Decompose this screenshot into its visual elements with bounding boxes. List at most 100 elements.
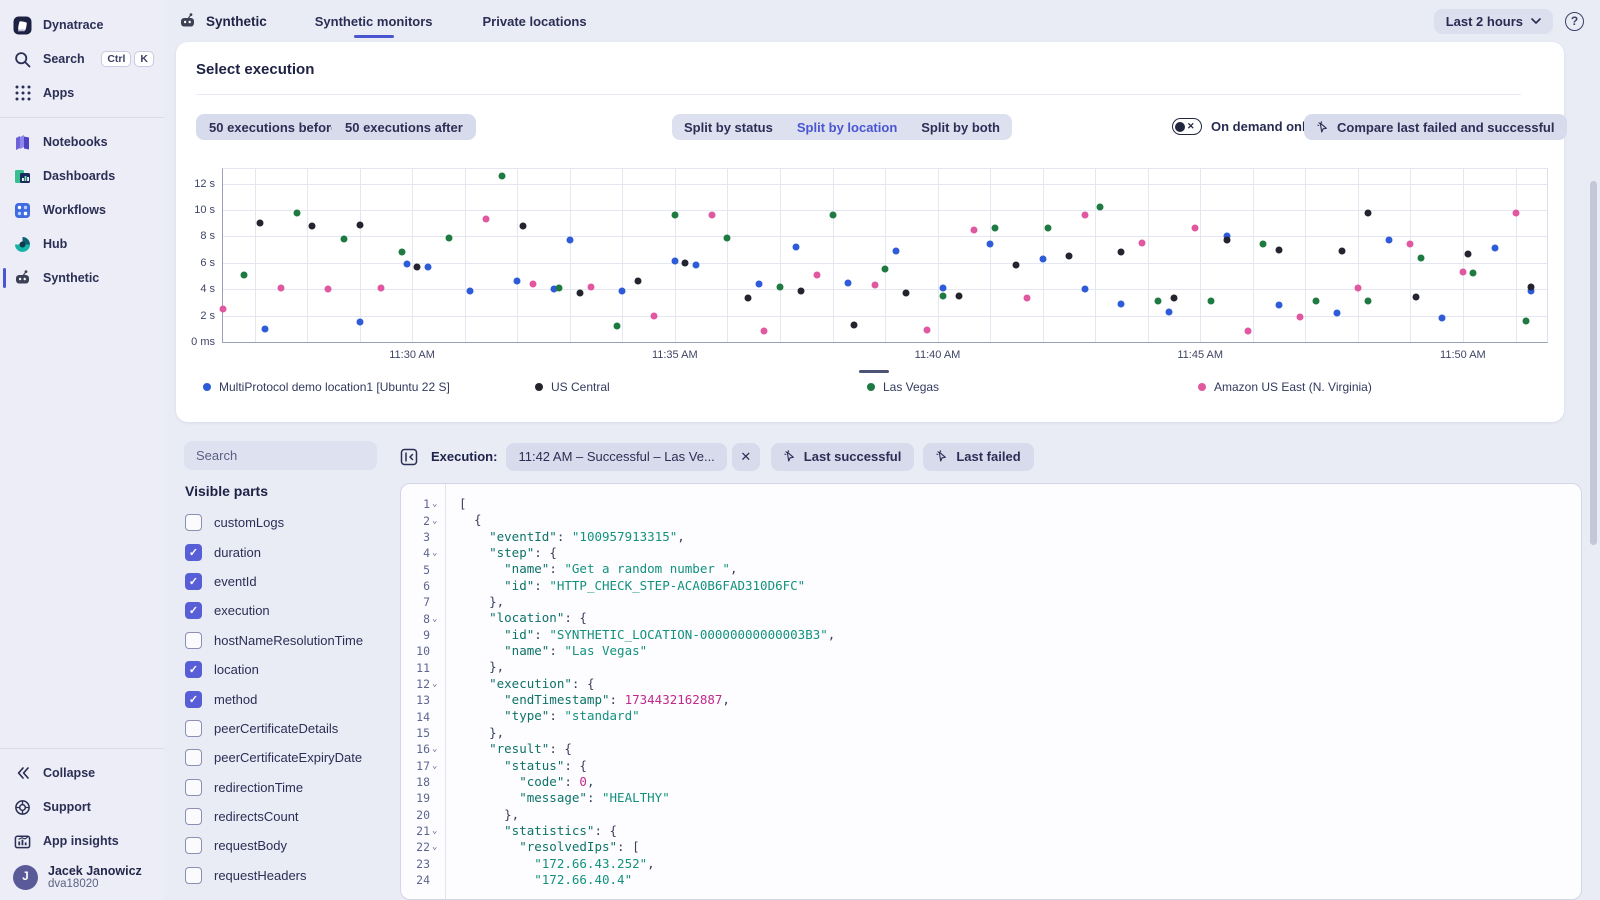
data-point[interactable] xyxy=(556,284,563,291)
compare-button[interactable]: Compare last failed and successful xyxy=(1304,114,1567,140)
data-point[interactable] xyxy=(356,319,363,326)
visible-part-customLogs[interactable]: customLogs xyxy=(185,508,385,537)
data-point[interactable] xyxy=(1512,209,1519,216)
data-point[interactable] xyxy=(1207,298,1214,305)
data-point[interactable] xyxy=(797,287,804,294)
data-point[interactable] xyxy=(220,306,227,313)
data-point[interactable] xyxy=(482,216,489,223)
data-point[interactable] xyxy=(776,283,783,290)
json-code-viewer[interactable]: 1⌄2⌄34⌄5678⌄9101112⌄13141516⌄17⌄18192021… xyxy=(400,483,1582,900)
visible-part-duration[interactable]: ✓duration xyxy=(185,537,385,566)
checkbox-requestHeaders[interactable] xyxy=(185,867,202,884)
visible-part-peerCertificateDetails[interactable]: peerCertificateDetails xyxy=(185,714,385,743)
data-point[interactable] xyxy=(1155,298,1162,305)
data-point[interactable] xyxy=(1013,262,1020,269)
visible-part-location[interactable]: ✓location xyxy=(185,655,385,684)
fold-chevron-icon[interactable]: ⌄ xyxy=(432,516,440,526)
fold-chevron-icon[interactable]: ⌄ xyxy=(432,826,440,836)
data-point[interactable] xyxy=(671,258,678,265)
time-range-selector[interactable]: Last 2 hours xyxy=(1434,9,1553,34)
visible-part-requestBody[interactable]: requestBody xyxy=(185,831,385,860)
user-profile[interactable]: J Jacek Janowicz dva18020 xyxy=(0,858,164,890)
line-number[interactable]: 21⌄ xyxy=(401,823,445,839)
data-point[interactable] xyxy=(619,287,626,294)
data-point[interactable] xyxy=(1044,225,1051,232)
data-point[interactable] xyxy=(530,280,537,287)
checkbox-hostNameResolutionTime[interactable] xyxy=(185,632,202,649)
data-point[interactable] xyxy=(1065,253,1072,260)
checkbox-execution[interactable]: ✓ xyxy=(185,602,202,619)
data-point[interactable] xyxy=(293,209,300,216)
fold-chevron-icon[interactable]: ⌄ xyxy=(432,499,440,509)
execution-value-pill[interactable]: 11:42 AM – Successful – Las Ve... xyxy=(506,443,726,471)
data-point[interactable] xyxy=(1412,294,1419,301)
data-point[interactable] xyxy=(1333,309,1340,316)
data-point[interactable] xyxy=(587,283,594,290)
checkbox-duration[interactable]: ✓ xyxy=(185,544,202,561)
data-point[interactable] xyxy=(519,222,526,229)
visible-part-peerCertificateExpiryDate[interactable]: peerCertificateExpiryDate xyxy=(185,743,385,772)
split-by-both-option[interactable]: Split by both xyxy=(909,120,1012,135)
data-point[interactable] xyxy=(277,284,284,291)
search-input[interactable] xyxy=(194,447,374,464)
sidebar-item-workflows[interactable]: Workflows xyxy=(0,193,164,227)
line-number[interactable]: 17⌄ xyxy=(401,758,445,774)
data-point[interactable] xyxy=(1276,302,1283,309)
checkbox-redirectionTime[interactable] xyxy=(185,779,202,796)
fold-chevron-icon[interactable]: ⌄ xyxy=(432,761,440,771)
data-point[interactable] xyxy=(755,280,762,287)
visible-part-eventId[interactable]: ✓eventId xyxy=(185,567,385,596)
data-point[interactable] xyxy=(635,278,642,285)
sidebar-item-support[interactable]: Support xyxy=(0,790,164,824)
data-point[interactable] xyxy=(466,287,473,294)
last-successful-button[interactable]: Last successful xyxy=(771,443,915,471)
data-point[interactable] xyxy=(1365,298,1372,305)
data-point[interactable] xyxy=(1171,295,1178,302)
data-point[interactable] xyxy=(992,225,999,232)
data-point[interactable] xyxy=(1165,308,1172,315)
data-point[interactable] xyxy=(955,292,962,299)
legend-item[interactable]: Las Vegas xyxy=(867,380,939,394)
line-number[interactable]: 1⌄ xyxy=(401,496,445,512)
fold-chevron-icon[interactable]: ⌄ xyxy=(432,548,440,558)
data-point[interactable] xyxy=(577,290,584,297)
line-number[interactable]: 4⌄ xyxy=(401,545,445,561)
data-point[interactable] xyxy=(1523,317,1530,324)
data-point[interactable] xyxy=(309,222,316,229)
checkbox-peerCertificateExpiryDate[interactable] xyxy=(185,749,202,766)
executions-scatter-chart[interactable]: 0 ms2 s4 s6 s8 s10 s12 s11:30 AM11:35 AM… xyxy=(222,168,1548,343)
data-point[interactable] xyxy=(650,312,657,319)
data-point[interactable] xyxy=(424,263,431,270)
checkbox-requestBody[interactable] xyxy=(185,837,202,854)
data-point[interactable] xyxy=(325,286,332,293)
data-point[interactable] xyxy=(1192,225,1199,232)
data-point[interactable] xyxy=(1417,254,1424,261)
data-point[interactable] xyxy=(514,278,521,285)
data-point[interactable] xyxy=(566,237,573,244)
data-point[interactable] xyxy=(1354,284,1361,291)
sidebar-item-notebooks[interactable]: Notebooks xyxy=(0,125,164,159)
json-code-content[interactable]: [ { "eventId": "100957913315", "step": {… xyxy=(446,484,1581,899)
on-demand-toggle[interactable]: ✕ xyxy=(1172,118,1202,135)
line-number[interactable]: 2⌄ xyxy=(401,512,445,528)
data-point[interactable] xyxy=(1339,247,1346,254)
data-point[interactable] xyxy=(356,221,363,228)
data-point[interactable] xyxy=(262,325,269,332)
checkbox-location[interactable]: ✓ xyxy=(185,661,202,678)
data-point[interactable] xyxy=(1407,241,1414,248)
data-point[interactable] xyxy=(682,259,689,266)
data-point[interactable] xyxy=(850,321,857,328)
data-point[interactable] xyxy=(971,226,978,233)
checkbox-redirectsCount[interactable] xyxy=(185,808,202,825)
data-point[interactable] xyxy=(1039,255,1046,262)
data-point[interactable] xyxy=(614,323,621,330)
sidebar-item-synthetic[interactable]: Synthetic xyxy=(0,261,164,295)
data-point[interactable] xyxy=(1459,269,1466,276)
fold-chevron-icon[interactable]: ⌄ xyxy=(432,842,440,852)
data-point[interactable] xyxy=(987,241,994,248)
fold-chevron-icon[interactable]: ⌄ xyxy=(432,679,440,689)
fold-chevron-icon[interactable]: ⌄ xyxy=(432,744,440,754)
line-number[interactable]: 8⌄ xyxy=(401,610,445,626)
data-point[interactable] xyxy=(1118,300,1125,307)
checkbox-method[interactable]: ✓ xyxy=(185,691,202,708)
